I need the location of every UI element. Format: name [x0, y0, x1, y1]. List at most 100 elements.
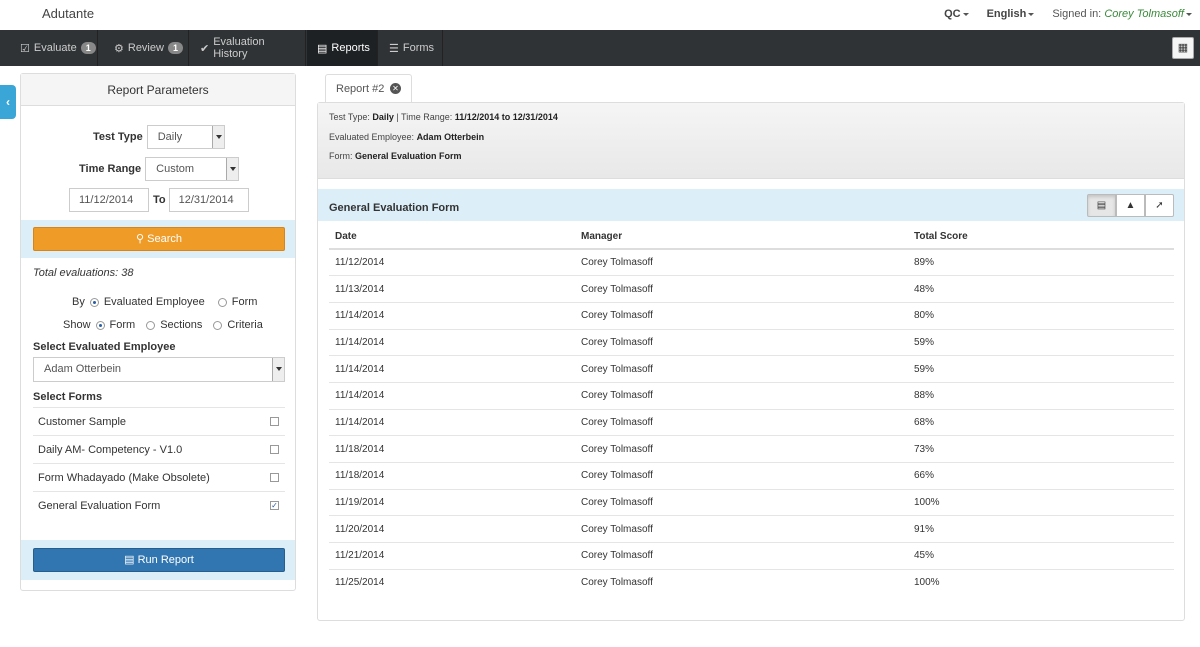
table-row: 11/14/2014 Corey Tolmasoff 59% — [329, 355, 1174, 383]
list-icon: ☰ — [389, 42, 399, 55]
total-evaluations: Total evaluations: 38 — [33, 267, 134, 279]
table-row: 11/19/2014 Corey Tolmasoff 100% — [329, 488, 1174, 516]
cell-manager: Corey Tolmasoff — [575, 355, 908, 383]
time-range-select[interactable]: Custom — [145, 157, 240, 181]
radio-show-criteria[interactable] — [213, 320, 223, 330]
report-section-header: General Evaluation Form ▤ ▲ ➚ — [318, 189, 1184, 221]
cell-manager: Corey Tolmasoff — [575, 275, 908, 303]
by-label: By — [72, 296, 85, 308]
cell-manager: Corey Tolmasoff — [575, 328, 908, 356]
checkmark-icon: ✔ — [200, 42, 210, 55]
export-button[interactable]: ➚ — [1145, 194, 1174, 217]
cell-total-score: 45% — [908, 542, 1174, 570]
table-row: 11/18/2014 Corey Tolmasoff 73% — [329, 435, 1174, 463]
report-form: Form: General Evaluation Form — [329, 151, 462, 161]
form-item-daily-am-competency[interactable]: Daily AM- Competency - V1.0 — [33, 435, 285, 463]
cell-date: 11/14/2014 — [329, 381, 575, 410]
pdf-button[interactable]: ▤ — [1087, 194, 1116, 217]
chevron-down-icon — [962, 12, 969, 16]
radio-label-sections: Sections — [160, 319, 203, 331]
chevron-down-icon — [272, 358, 284, 381]
chevron-down-icon — [1028, 12, 1035, 16]
chevron-left-icon: ‹ — [6, 95, 10, 109]
cell-manager: Corey Tolmasoff — [575, 515, 908, 543]
table-row: 11/25/2014 Corey Tolmasoff 100% — [329, 568, 1174, 596]
cell-date: 11/14/2014 — [329, 328, 575, 356]
test-type-row: Test Type Daily — [93, 125, 225, 149]
bar-chart-icon: ▤ — [124, 554, 135, 566]
cell-total-score: 89% — [914, 257, 935, 269]
cell-manager: Corey Tolmasoff — [581, 257, 653, 269]
main-navbar: ☑ Evaluate 1 ⚙ Review 1 ✔ Evaluation His… — [0, 30, 1200, 66]
cell-date: 11/18/2014 — [329, 462, 575, 490]
cell-manager: Corey Tolmasoff — [575, 462, 908, 490]
cell-date: 11/25/2014 — [329, 568, 575, 596]
time-range-label: Time Range — [79, 163, 142, 175]
report-employee: Evaluated Employee: Adam Otterbein — [329, 131, 485, 142]
table-row: 11/12/2014 Corey Tolmasoff 89% — [329, 249, 1174, 276]
nav-forms[interactable]: ☰ Forms — [379, 30, 443, 66]
chart-button[interactable]: ▲ — [1116, 194, 1145, 217]
report-test-range: Test Type: Daily | Time Range: 11/12/201… — [329, 112, 558, 122]
cell-date: 11/21/2014 — [329, 542, 575, 570]
panel-title: Report Parameters — [21, 74, 295, 106]
tab-report[interactable]: Report #2 ✕ — [325, 74, 412, 103]
report-table: Date Manager Total Score 11/12/2014 Corey… — [329, 224, 1174, 596]
chevron-down-icon — [1186, 12, 1192, 16]
app-brand[interactable]: Adutante — [42, 6, 94, 21]
table-row: 11/14/2014 Corey Tolmasoff 59% — [329, 328, 1174, 356]
cell-total-score: 59% — [908, 355, 1174, 383]
report-toolbar: ▤ ▲ ➚ — [1087, 194, 1174, 217]
nav-review[interactable]: ⚙ Review 1 — [104, 30, 189, 66]
share-icon: ➚ — [1155, 200, 1164, 211]
test-type-label: Test Type — [93, 131, 143, 143]
evaluate-badge: 1 — [80, 42, 96, 54]
cell-date: 11/18/2014 — [329, 435, 575, 463]
cell-manager: Corey Tolmasoff — [575, 381, 908, 410]
cell-total-score: 48% — [908, 275, 1174, 303]
close-icon[interactable]: ✕ — [390, 83, 401, 94]
checkbox[interactable] — [270, 445, 279, 454]
nav-evaluation-history[interactable]: ✔ Evaluation History — [190, 30, 306, 66]
cell-manager: Corey Tolmasoff — [575, 488, 908, 516]
cell-total-score: 91% — [908, 515, 1174, 543]
radio-evaluated-employee[interactable] — [89, 297, 99, 307]
date-to-input[interactable]: 12/31/2014 — [168, 188, 249, 212]
cell-date: 11/12/2014 — [335, 257, 385, 269]
column-header-total-score: Total Score — [908, 224, 1174, 250]
table-row: 11/14/2014 Corey Tolmasoff 80% — [329, 301, 1174, 330]
nav-evaluate[interactable]: ☑ Evaluate 1 — [10, 30, 98, 66]
time-range-row: Time Range Custom — [79, 157, 240, 181]
language-dropdown[interactable]: English — [987, 8, 1035, 20]
report-summary: Test Type: Daily | Time Range: 11/12/201… — [318, 103, 1184, 179]
test-type-select[interactable]: Daily — [146, 125, 225, 149]
nav-reports[interactable]: ▤ Reports — [307, 30, 378, 66]
checkbox[interactable] — [270, 417, 279, 426]
cell-manager: Corey Tolmasoff — [575, 542, 908, 570]
cell-total-score: 59% — [908, 328, 1174, 356]
radio-show-sections[interactable] — [146, 320, 156, 330]
checkbox-checked[interactable]: ✓ — [270, 501, 279, 510]
checkbox[interactable] — [270, 473, 279, 482]
date-range-row: 11/12/2014 To 12/31/2014 — [69, 188, 249, 212]
user-dropdown[interactable]: Signed in: Corey Tolmasoff — [1052, 8, 1192, 20]
cell-total-score: 68% — [908, 408, 1174, 436]
cell-total-score: 100% — [908, 488, 1174, 516]
radio-label-evaluated-employee: Evaluated Employee — [103, 296, 205, 308]
cell-date: 11/14/2014 — [329, 301, 575, 330]
radio-form[interactable] — [217, 297, 227, 307]
employee-select[interactable]: Adam Otterbein — [33, 357, 285, 382]
form-item-customer-sample[interactable]: Customer Sample — [33, 407, 285, 435]
form-item-form-whadayado[interactable]: Form Whadayado (Make Obsolete) — [33, 463, 285, 491]
sidebar-toggle-button[interactable]: ‹ — [0, 85, 16, 119]
calculator-button[interactable]: ▦ — [1172, 37, 1194, 59]
cell-total-score: 73% — [908, 435, 1174, 463]
check-square-icon: ☑ — [20, 42, 30, 55]
date-from-input[interactable]: 11/12/2014 — [69, 188, 149, 212]
region-dropdown[interactable]: QC — [944, 8, 969, 20]
radio-show-form[interactable] — [95, 320, 105, 330]
table-row: 11/13/2014 Corey Tolmasoff 48% — [329, 275, 1174, 303]
form-item-general-evaluation[interactable]: General Evaluation Form ✓ — [33, 491, 285, 519]
search-button[interactable]: ⚲ Search — [33, 227, 285, 251]
run-report-button[interactable]: ▤ Run Report — [33, 548, 285, 572]
